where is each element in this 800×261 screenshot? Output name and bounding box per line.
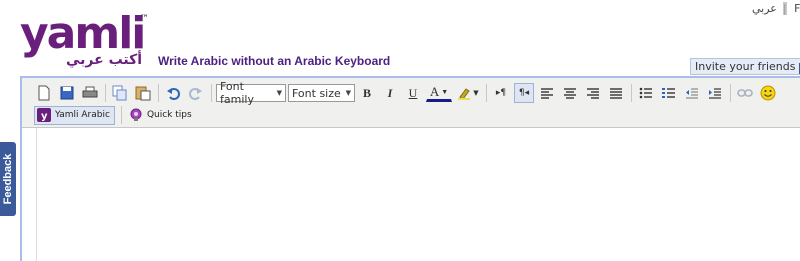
font-size-value: Font size bbox=[292, 86, 341, 100]
logo-trademark: ™ bbox=[140, 14, 149, 24]
italic-button[interactable]: I bbox=[380, 83, 400, 103]
numbered-list-icon bbox=[662, 88, 675, 98]
lang-separator: | bbox=[782, 2, 787, 15]
paste-icon bbox=[135, 86, 151, 101]
yamli-logo[interactable]: yamli ™ أكتب عربي bbox=[20, 8, 150, 69]
toolbar-separator bbox=[730, 84, 731, 102]
toolbar-row-yamli: y Yamli Arabic Quick tips bbox=[34, 104, 201, 126]
bullet-list-button[interactable] bbox=[636, 83, 656, 103]
outdent-button[interactable] bbox=[682, 83, 702, 103]
editor-toolbar: Font family ▼ Font size ▼ B I U A ▼ ▼ ▸¶ ¶◂ bbox=[22, 78, 800, 128]
font-family-value: Font family bbox=[220, 80, 254, 106]
bullet-list-icon bbox=[639, 87, 652, 99]
save-button[interactable] bbox=[57, 83, 77, 103]
invite-friends-button[interactable]: Invite your friendsf bbox=[690, 58, 800, 75]
align-justify-icon bbox=[610, 88, 622, 99]
paste-button[interactable] bbox=[133, 83, 153, 103]
align-right-icon bbox=[587, 88, 599, 99]
yamli-icon: y bbox=[37, 108, 51, 122]
indent-icon bbox=[709, 88, 721, 99]
yamli-arabic-toggle[interactable]: y Yamli Arabic bbox=[34, 105, 115, 125]
new-document-icon bbox=[38, 85, 50, 101]
toolbar-separator bbox=[211, 84, 212, 102]
insert-link-button[interactable] bbox=[735, 83, 755, 103]
save-icon bbox=[60, 86, 74, 100]
link-icon bbox=[737, 89, 753, 97]
highlight-color-button[interactable]: ▼ bbox=[455, 83, 481, 103]
logo-wordmark: yamli bbox=[20, 8, 146, 59]
page-tagline: Write Arabic without an Arabic Keyboard bbox=[158, 54, 391, 68]
copy-icon bbox=[112, 85, 127, 101]
outdent-icon bbox=[686, 88, 698, 99]
align-left-icon bbox=[541, 88, 553, 99]
indent-button[interactable] bbox=[705, 83, 725, 103]
feedback-label: Feedback bbox=[2, 153, 14, 205]
quick-tips-label: Quick tips bbox=[146, 110, 192, 120]
rtl-direction-button[interactable]: ¶◂ bbox=[514, 83, 534, 103]
lang-link-french[interactable]: Fr bbox=[794, 2, 800, 15]
bold-button[interactable]: B bbox=[357, 83, 377, 103]
feedback-tab[interactable]: Feedback bbox=[0, 142, 16, 216]
align-justify-button[interactable] bbox=[606, 83, 626, 103]
ltr-direction-button[interactable]: ▸¶ bbox=[491, 83, 511, 103]
numbered-list-button[interactable] bbox=[659, 83, 679, 103]
undo-icon bbox=[167, 88, 180, 100]
print-button[interactable] bbox=[80, 83, 100, 103]
new-document-button[interactable] bbox=[34, 83, 54, 103]
toolbar-separator bbox=[158, 84, 159, 102]
chevron-down-icon: ▼ bbox=[473, 89, 479, 97]
print-icon bbox=[82, 86, 98, 98]
editor-text-area[interactable] bbox=[36, 128, 800, 261]
copy-button[interactable] bbox=[110, 83, 130, 103]
align-right-button[interactable] bbox=[583, 83, 603, 103]
quick-tips-button[interactable]: Quick tips bbox=[126, 106, 197, 125]
align-left-button[interactable] bbox=[537, 83, 557, 103]
toolbar-separator bbox=[105, 84, 106, 102]
yamli-arabic-label: Yamli Arabic bbox=[55, 110, 110, 120]
font-color-label: A bbox=[429, 84, 440, 99]
svg-text:y: y bbox=[41, 111, 48, 122]
toolbar-separator bbox=[631, 84, 632, 102]
underline-button[interactable]: U bbox=[403, 83, 423, 103]
language-links: عربي | Fr bbox=[752, 2, 800, 15]
chevron-down-icon: ▼ bbox=[276, 89, 282, 97]
font-family-select[interactable]: Font family ▼ bbox=[216, 80, 286, 106]
font-color-button[interactable]: A ▼ bbox=[426, 84, 452, 102]
smiley-icon bbox=[760, 85, 776, 101]
lightbulb-icon bbox=[130, 108, 142, 121]
chevron-down-icon: ▼ bbox=[345, 89, 351, 97]
align-center-icon bbox=[564, 88, 576, 99]
toolbar-separator bbox=[486, 84, 487, 102]
lang-link-arabic[interactable]: عربي bbox=[752, 2, 777, 15]
toolbar-row-main: Font family ▼ Font size ▼ B I U A ▼ ▼ ▸¶ ¶◂ bbox=[34, 80, 781, 106]
chevron-down-icon: ▼ bbox=[441, 88, 449, 96]
undo-button[interactable] bbox=[163, 83, 183, 103]
rich-text-editor: Font family ▼ Font size ▼ B I U A ▼ ▼ ▸¶ ¶◂ bbox=[20, 76, 800, 261]
align-center-button[interactable] bbox=[560, 83, 580, 103]
redo-icon bbox=[189, 88, 202, 100]
toolbar-separator bbox=[120, 106, 122, 124]
insert-emoticon-button[interactable] bbox=[758, 83, 778, 103]
logo-arabic-text: أكتب عربي bbox=[66, 52, 143, 68]
highlighter-icon bbox=[458, 88, 471, 100]
redo-button[interactable] bbox=[186, 83, 206, 103]
font-size-select[interactable]: Font size ▼ bbox=[288, 84, 355, 102]
invite-label: Invite your friends bbox=[695, 60, 796, 73]
